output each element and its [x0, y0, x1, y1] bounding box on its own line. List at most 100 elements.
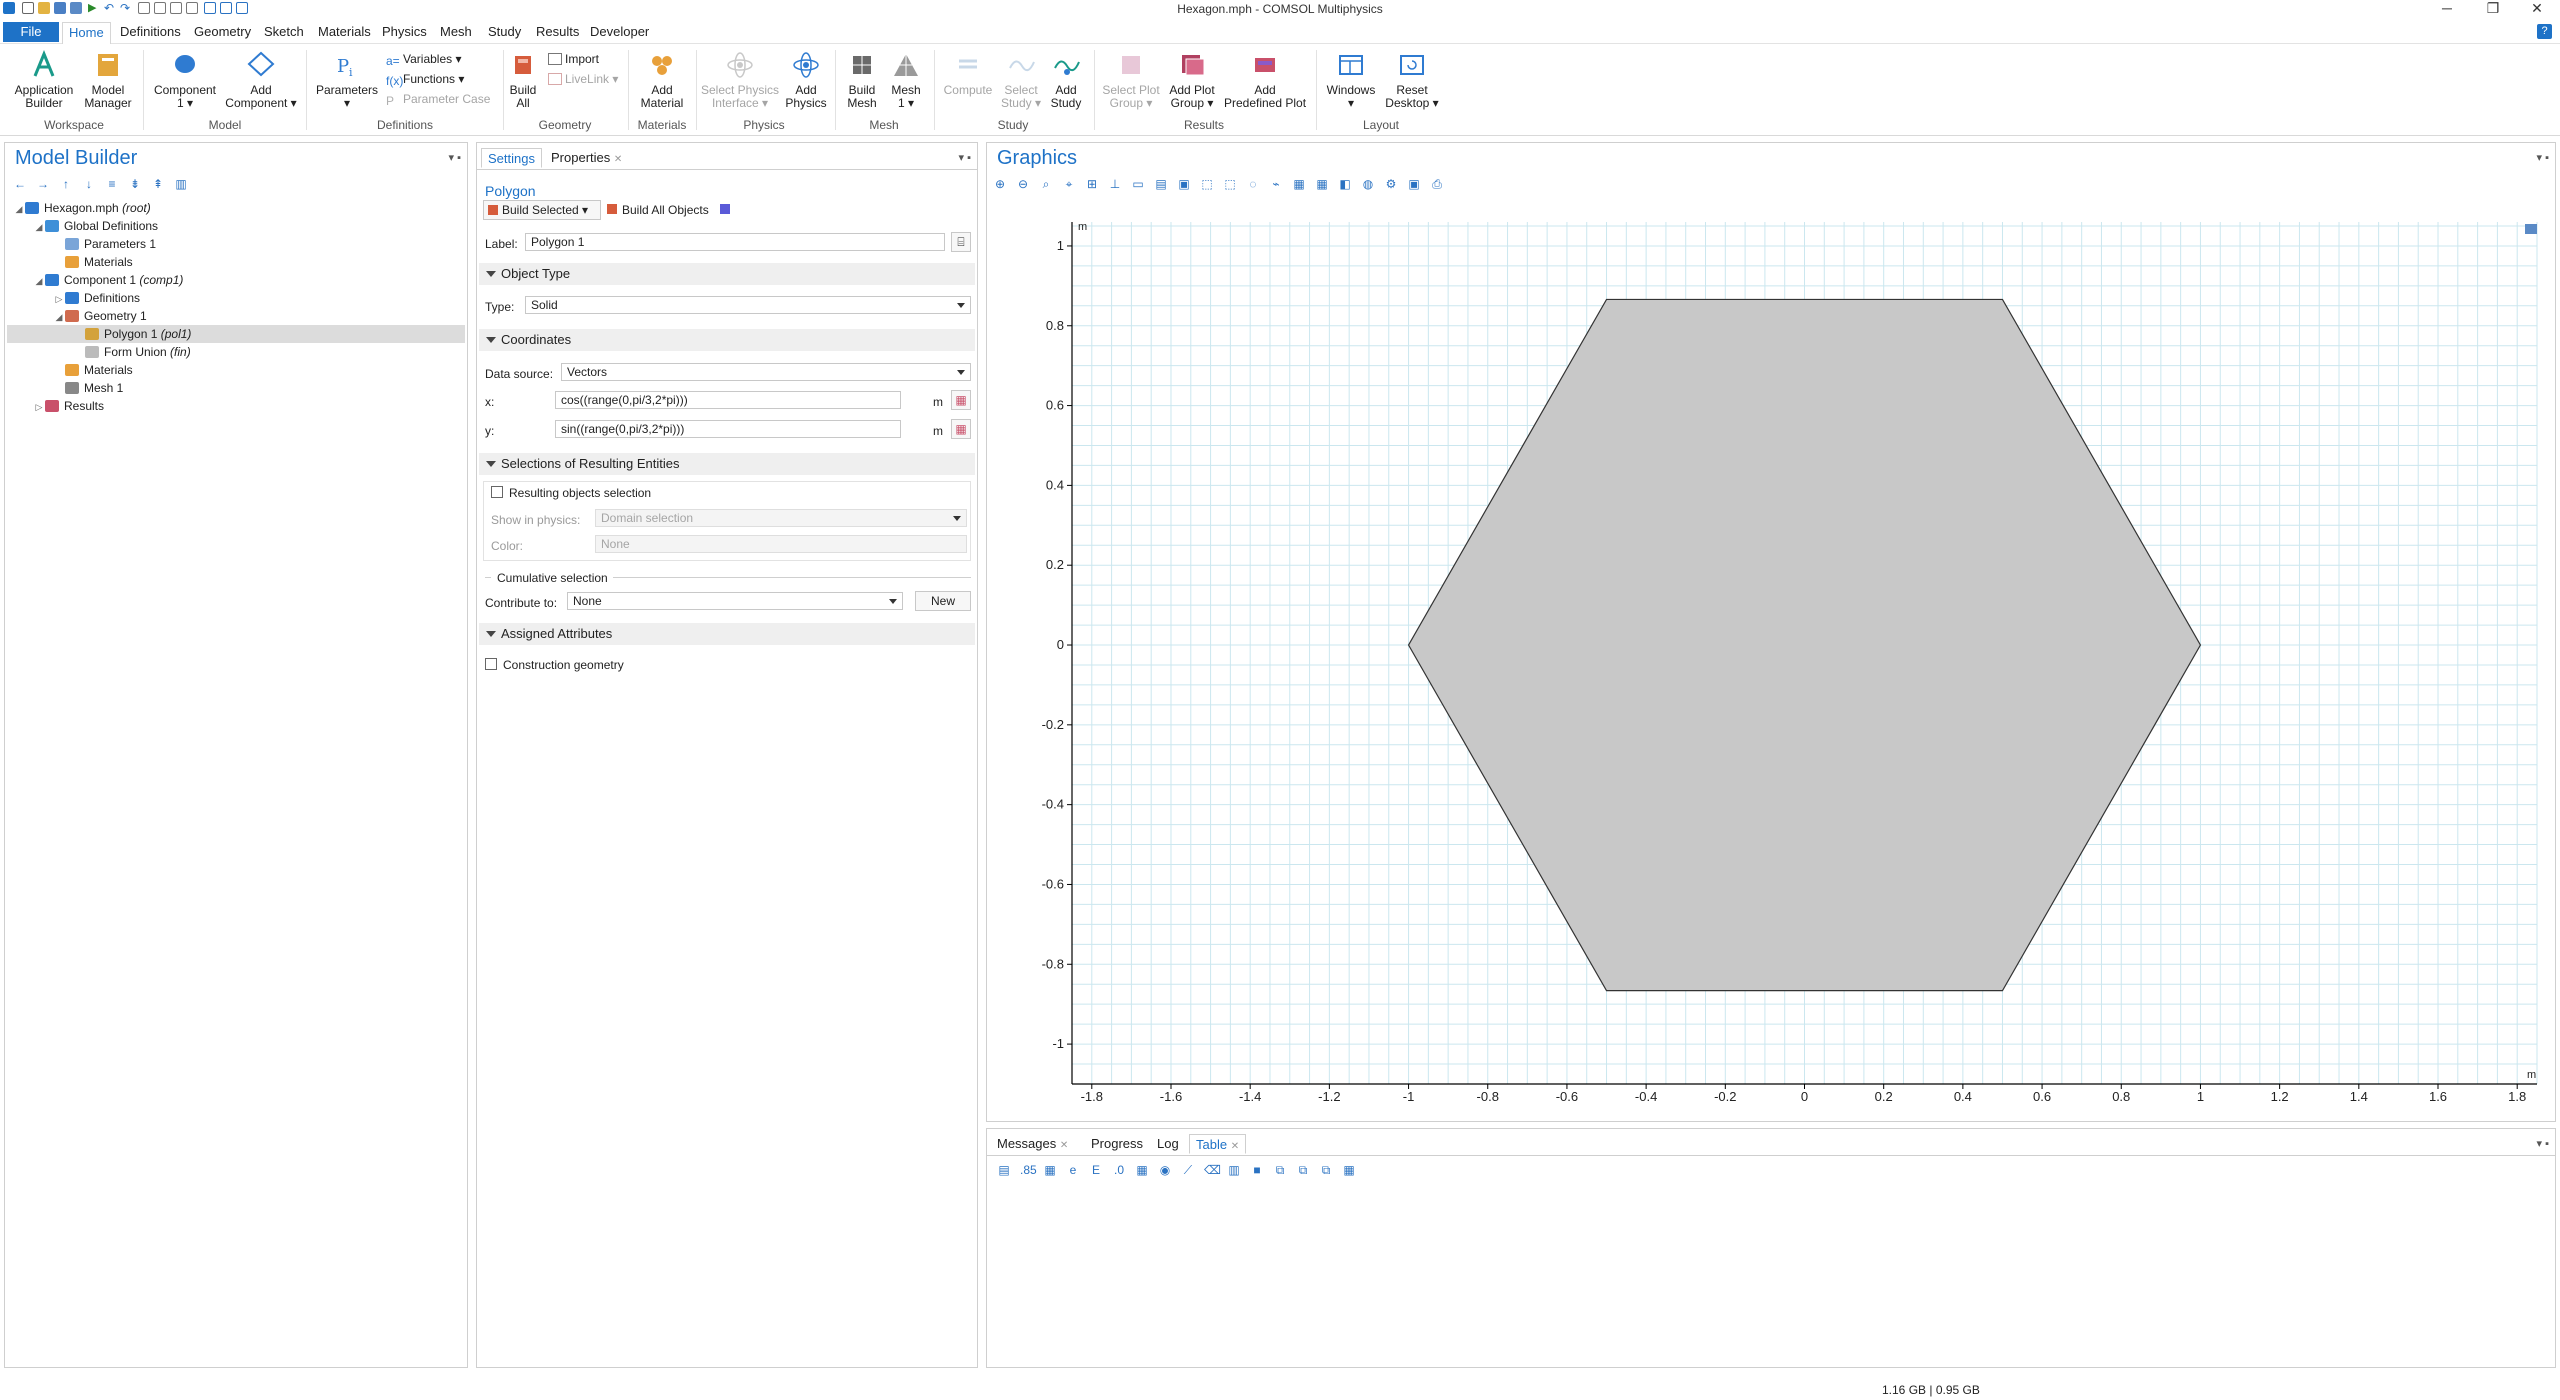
move-up-icon[interactable]: ↑ [59, 177, 73, 191]
tab-properties[interactable]: Properties ✕ [545, 148, 628, 168]
select-plot-group-button[interactable]: Select Plot Group ▾ [1098, 50, 1164, 110]
engineering-notation-icon[interactable]: E [1089, 1163, 1103, 1177]
tree-item[interactable]: Polygon 1 (pol1) [7, 325, 465, 343]
close-tab-icon[interactable]: ✕ [1060, 1140, 1068, 1151]
import-button[interactable]: Import [548, 50, 599, 68]
add-study-button[interactable]: Add Study [1046, 50, 1086, 110]
tab-definitions[interactable]: Definitions [114, 22, 187, 44]
tab-log[interactable]: Log [1151, 1134, 1185, 1154]
compute-button[interactable]: Compute [940, 50, 996, 97]
select-physics-interface-button[interactable]: Select Physics Interface ▾ [698, 50, 782, 110]
select-boxes-icon[interactable]: ⬚ [1200, 177, 1214, 191]
expand-toggle-icon[interactable]: ◢ [33, 218, 45, 236]
add-physics-button[interactable]: Add Physics [782, 50, 830, 110]
decimal-notation-icon[interactable]: .0 [1112, 1163, 1126, 1177]
table-format-icon[interactable]: ▤ [997, 1163, 1011, 1177]
label-input[interactable]: Polygon 1 [525, 233, 945, 251]
tree-item[interactable]: Mesh 1 [7, 379, 465, 397]
y-table-icon[interactable]: ▦ [951, 419, 971, 439]
tree-item[interactable]: ▷ Results [7, 397, 465, 415]
tab-messages[interactable]: Messages ✕ [991, 1134, 1074, 1154]
tab-study[interactable]: Study [482, 22, 527, 44]
data-source-select[interactable]: Vectors [561, 363, 971, 381]
tab-results[interactable]: Results [530, 22, 585, 44]
restore-button[interactable]: ❐ [2470, 0, 2516, 19]
select-list-icon[interactable]: ▦ [1292, 177, 1306, 191]
link-icon[interactable]: ⌁ [1269, 177, 1283, 191]
copy-selection-icon[interactable]: ⧉ [1296, 1163, 1310, 1177]
show-in-physics-select[interactable]: Domain selection [595, 509, 967, 527]
transparency-icon[interactable]: ◧ [1338, 177, 1352, 191]
graphics-canvas[interactable]: -1.8 -1.6 -1.4 -1.2 -1 -0.8 -0.6 -0.4 -0.2 0 0.2 0.… [1032, 206, 2552, 1106]
resulting-objects-checkbox[interactable] [491, 486, 503, 498]
new-selection-button[interactable]: New [915, 591, 971, 611]
show-icon[interactable]: ≡ [105, 177, 119, 191]
tab-developer[interactable]: Developer [584, 22, 655, 44]
forward-icon[interactable]: → [36, 177, 50, 191]
build-selected-button[interactable]: Build Selected ▾ [483, 200, 601, 220]
expand-toggle-icon[interactable]: ◢ [53, 308, 65, 326]
automatic-notation-icon[interactable]: ▦ [1043, 1163, 1057, 1177]
color-select[interactable]: None [595, 535, 967, 553]
update-icon[interactable] [720, 204, 731, 214]
tree-item[interactable]: ◢ Component 1 (comp1) [7, 271, 465, 289]
add-component-button[interactable]: Add Component ▾ [222, 50, 300, 110]
tab-table[interactable]: Table ✕ [1189, 1134, 1247, 1154]
table-surface-icon[interactable]: ◉ [1158, 1163, 1172, 1177]
camera-views-icon[interactable]: ▣ [1177, 177, 1191, 191]
tab-home[interactable]: Home [62, 22, 111, 44]
deselect-icon[interactable]: ⬚ [1223, 177, 1237, 191]
variables-button[interactable]: a= Variables ▾ [386, 50, 462, 68]
mesh-1-button[interactable]: Mesh 1 ▾ [884, 50, 928, 110]
tab-materials[interactable]: Materials [312, 22, 377, 44]
parameters-button[interactable]: Pi Parameters ▾ [312, 50, 382, 110]
panel-menu[interactable]: ▾ ▪ [449, 151, 461, 164]
windows-button[interactable]: Windows ▾ [1320, 50, 1382, 110]
build-all-button[interactable]: Build All [506, 50, 540, 110]
hide-icon[interactable]: ◌ [1246, 177, 1260, 191]
scene-light-icon[interactable]: ▤ [1154, 177, 1168, 191]
screenshot-icon[interactable]: ▣ [1407, 177, 1421, 191]
file-menu[interactable]: File [3, 22, 59, 42]
export-icon[interactable]: ▥ [1227, 1163, 1241, 1177]
section-assigned-attributes[interactable]: Assigned Attributes [479, 623, 975, 645]
views-icon[interactable]: ▭ [1131, 177, 1145, 191]
tree-item[interactable]: Form Union (fin) [7, 343, 465, 361]
panel-menu[interactable]: ▾ ▪ [2537, 151, 2549, 164]
build-all-objects-button[interactable]: Build All Objects [607, 203, 731, 217]
tree-item[interactable]: ◢ Global Definitions [7, 217, 465, 235]
x-table-icon[interactable]: ▦ [951, 390, 971, 410]
add-material-button[interactable]: Add Material [632, 50, 692, 110]
functions-button[interactable]: f(x)Functions ▾ [386, 70, 464, 88]
expand-toggle-icon[interactable]: ▷ [53, 290, 65, 308]
view-options-icon[interactable]: ▥ [174, 177, 188, 191]
tree-item[interactable]: ◢ Hexagon.mph (root) [7, 199, 465, 217]
application-builder-button[interactable]: Application Builder [10, 50, 78, 110]
plot-icon[interactable]: ⟋ [1181, 1163, 1195, 1177]
print-icon[interactable]: ⎙ [1430, 177, 1444, 191]
tab-progress[interactable]: Progress [1085, 1134, 1149, 1154]
tab-geometry[interactable]: Geometry [188, 22, 257, 44]
tab-sketch[interactable]: Sketch [258, 22, 310, 44]
close-tab-icon[interactable]: ✕ [614, 154, 622, 165]
back-icon[interactable]: ← [13, 177, 27, 191]
render-icon[interactable]: ◍ [1361, 177, 1375, 191]
tree-item[interactable]: Materials [7, 361, 465, 379]
expand-toggle-icon[interactable]: ◢ [33, 272, 45, 290]
tree-item[interactable]: Materials [7, 253, 465, 271]
help-icon[interactable]: ? [2537, 24, 2552, 39]
tree-item[interactable]: Parameters 1 [7, 235, 465, 253]
zoom-extents-icon[interactable]: ⊞ [1085, 177, 1099, 191]
copy-all-icon[interactable]: ⧉ [1273, 1163, 1287, 1177]
panel-menu[interactable]: ▾ ▪ [2537, 1137, 2549, 1150]
full-precision-icon[interactable]: .85 [1020, 1163, 1037, 1177]
full-table-icon[interactable]: ⧉ [1319, 1163, 1333, 1177]
add-plot-group-button[interactable]: Add Plot Group ▾ [1164, 50, 1220, 110]
collapse-icon[interactable]: ⇞ [151, 177, 165, 191]
contribute-to-select[interactable]: None [567, 592, 903, 610]
scientific-notation-icon[interactable]: e [1066, 1163, 1080, 1177]
cell-settings-icon[interactable]: ▦ [1342, 1163, 1356, 1177]
minimize-button[interactable]: ─ [2424, 0, 2470, 19]
expand-toggle-icon[interactable]: ◢ [13, 200, 25, 218]
close-button[interactable]: ✕ [2514, 0, 2560, 19]
